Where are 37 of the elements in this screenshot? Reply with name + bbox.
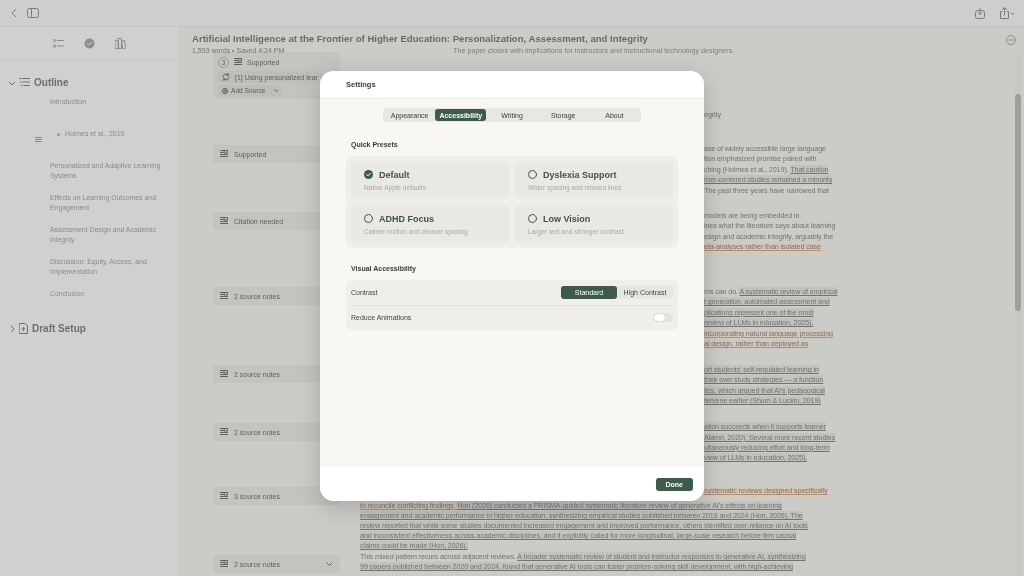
radio-icon[interactable] bbox=[528, 170, 537, 179]
share-icon[interactable] bbox=[999, 7, 1014, 19]
chevron-down-icon bbox=[326, 561, 333, 567]
list-icon bbox=[19, 78, 30, 86]
checkmark-circle-icon[interactable] bbox=[84, 38, 95, 49]
chevron-right-icon[interactable] bbox=[8, 324, 15, 332]
list-icon[interactable] bbox=[53, 39, 64, 48]
radio-checked-icon[interactable] bbox=[364, 170, 373, 179]
download-icon[interactable] bbox=[975, 7, 985, 19]
toggle-switch[interactable] bbox=[653, 313, 673, 323]
sync-icon bbox=[222, 73, 230, 81]
notes-icon bbox=[220, 560, 228, 568]
section-title[interactable]: Outline bbox=[34, 76, 69, 88]
notes-icon bbox=[220, 370, 228, 378]
preset-name: ADHD Focus bbox=[379, 213, 434, 224]
plus-circle-icon bbox=[222, 87, 228, 94]
preset-name: Low Vision bbox=[543, 213, 591, 224]
document-title: Artificial Intelligence at the Frontier of Higher Education: Personalization, Assessment, and Integrity bbox=[192, 32, 648, 45]
bullet-icon bbox=[57, 133, 60, 136]
radio-icon[interactable] bbox=[528, 214, 537, 223]
minus-circle-icon[interactable] bbox=[1006, 35, 1016, 45]
preset-name: Default bbox=[379, 169, 410, 180]
note-icon bbox=[35, 137, 42, 142]
books-icon[interactable] bbox=[115, 38, 126, 49]
notes-icon bbox=[220, 150, 228, 158]
document-icon bbox=[19, 322, 28, 334]
back-icon[interactable] bbox=[10, 8, 18, 18]
section-title[interactable]: Draft Setup bbox=[32, 322, 86, 334]
notes-icon bbox=[220, 428, 228, 436]
sidebar-toggle-icon[interactable] bbox=[27, 8, 39, 18]
preset-name: Dyslexia Support bbox=[543, 169, 617, 180]
scrollbar[interactable] bbox=[1015, 54, 1021, 576]
notes-icon bbox=[220, 492, 228, 500]
notes-icon bbox=[220, 217, 228, 225]
radio-icon[interactable] bbox=[364, 214, 373, 223]
notes-icon bbox=[220, 292, 228, 300]
notes-icon bbox=[234, 58, 242, 66]
